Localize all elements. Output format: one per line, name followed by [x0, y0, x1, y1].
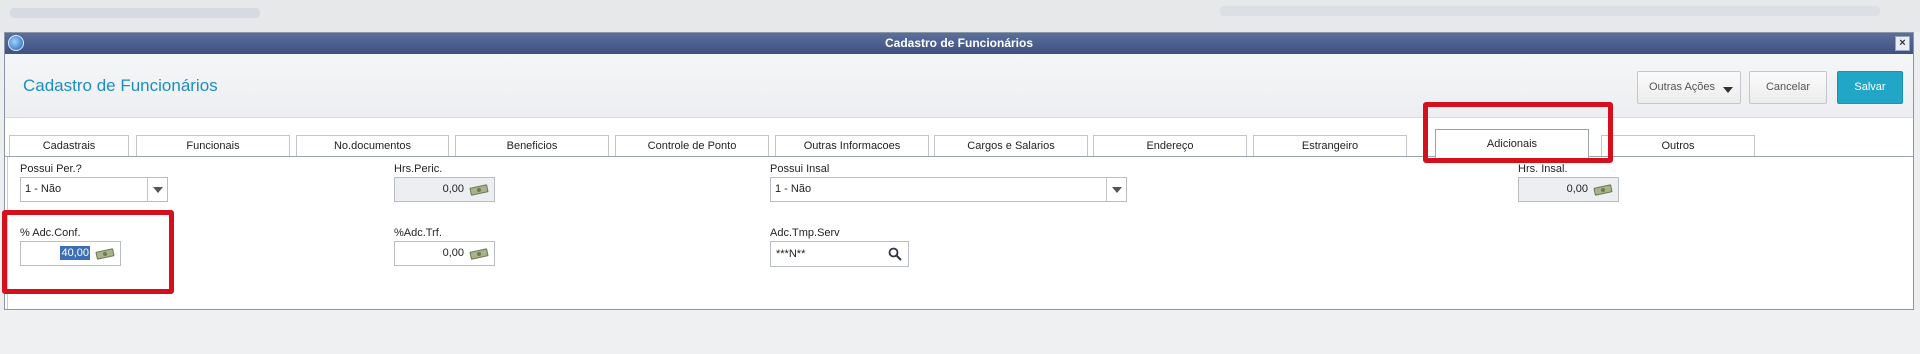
save-button[interactable]: Salvar — [1837, 71, 1903, 104]
tab-label: Endereço — [1146, 140, 1194, 152]
adc-trf-label: %Adc.Trf. — [394, 227, 442, 239]
adc-tmp-serv-value: ***N** — [776, 248, 806, 260]
hrs-insal-value: 0,00 — [1566, 183, 1588, 195]
highlight-adc-conf-field — [2, 210, 174, 294]
tab-label: Cargos e Salarios — [967, 140, 1055, 152]
tab-label: Outras Informacoes — [803, 140, 901, 152]
possui-insal-label: Possui Insal — [770, 163, 830, 175]
money-bill-icon[interactable] — [469, 183, 489, 196]
tab-endereco[interactable]: Endereço — [1093, 135, 1247, 157]
tab-label: Controle de Ponto — [647, 140, 737, 152]
tab-beneficios[interactable]: Beneficios — [455, 135, 609, 157]
app-logo-icon — [8, 35, 24, 51]
tab-bar: Cadastrais Funcionais No.documentos Bene… — [5, 129, 1913, 158]
window-title: Cadastro de Funcionários — [884, 36, 1034, 50]
tab-cadastrais[interactable]: Cadastrais — [9, 135, 129, 157]
tab-outras-informacoes[interactable]: Outras Informacoes — [775, 135, 929, 157]
background-bottom-area — [0, 310, 1920, 354]
tab-label: Cadastrais — [42, 140, 96, 152]
money-bill-icon[interactable] — [1593, 183, 1613, 196]
possui-per-value: 1 - Não — [25, 183, 62, 195]
other-actions-button[interactable]: Outras Ações — [1637, 71, 1741, 104]
tab-label: Adicionais — [1486, 138, 1538, 150]
tab-no-documentos[interactable]: No.documentos — [296, 135, 449, 157]
page-header: Cadastro de Funcionários Outras Ações Ca… — [5, 54, 1913, 118]
possui-insal-select[interactable]: 1 - Não — [770, 177, 1127, 202]
page-title: Cadastro de Funcionários — [23, 76, 218, 95]
search-icon[interactable] — [888, 247, 902, 261]
tab-label: Funcionais — [186, 140, 240, 152]
hrs-insal-field[interactable]: 0,00 — [1518, 177, 1619, 202]
possui-per-label: Possui Per.? — [20, 163, 82, 175]
money-bill-icon[interactable] — [469, 247, 489, 260]
close-icon[interactable]: × — [1895, 36, 1910, 51]
other-actions-label: Outras Ações — [1649, 81, 1716, 93]
tab-funcionais[interactable]: Funcionais — [136, 135, 290, 157]
tab-label: Estrangeiro — [1301, 140, 1359, 152]
tab-label: No.documentos — [333, 140, 412, 152]
chevron-down-icon[interactable] — [147, 178, 167, 201]
hrs-peric-label: Hrs.Peric. — [394, 163, 443, 175]
adicionais-form: Possui Per.? 1 - Não Hrs.Peric. 0,00 Pos… — [7, 157, 1911, 309]
adc-tmp-serv-lookup[interactable]: ***N** — [770, 241, 909, 267]
adc-tmp-serv-label: Adc.Tmp.Serv — [770, 227, 840, 239]
tab-label: Outros — [1661, 140, 1695, 152]
hrs-peric-value: 0,00 — [442, 183, 464, 195]
background-blurred-toolbar — [1220, 6, 1880, 16]
tab-outros[interactable]: Outros — [1601, 135, 1755, 157]
possui-insal-value: 1 - Não — [775, 183, 812, 195]
dialog-window: Cadastro de Funcionários × Cadastro de F… — [2, 32, 1914, 310]
cancel-button[interactable]: Cancelar — [1749, 71, 1827, 104]
chevron-down-icon[interactable] — [1106, 178, 1126, 201]
hrs-peric-field[interactable]: 0,00 — [394, 177, 495, 202]
chevron-down-icon — [1723, 87, 1733, 93]
window-titlebar: Cadastro de Funcionários × — [5, 33, 1913, 54]
hrs-insal-label: Hrs. Insal. — [1518, 163, 1568, 175]
tab-controle-de-ponto[interactable]: Controle de Ponto — [615, 135, 769, 157]
background-app-bar — [0, 0, 1920, 32]
possui-per-select[interactable]: 1 - Não — [20, 177, 168, 202]
tab-label: Beneficios — [506, 140, 558, 152]
tab-cargos-e-salarios[interactable]: Cargos e Salarios — [934, 135, 1088, 157]
adc-trf-value: 0,00 — [442, 247, 464, 259]
tab-adicionais[interactable]: Adicionais — [1435, 129, 1589, 158]
background-blurred-text — [10, 8, 260, 18]
tab-estrangeiro[interactable]: Estrangeiro — [1253, 135, 1407, 157]
adc-trf-field[interactable]: 0,00 — [394, 241, 495, 266]
